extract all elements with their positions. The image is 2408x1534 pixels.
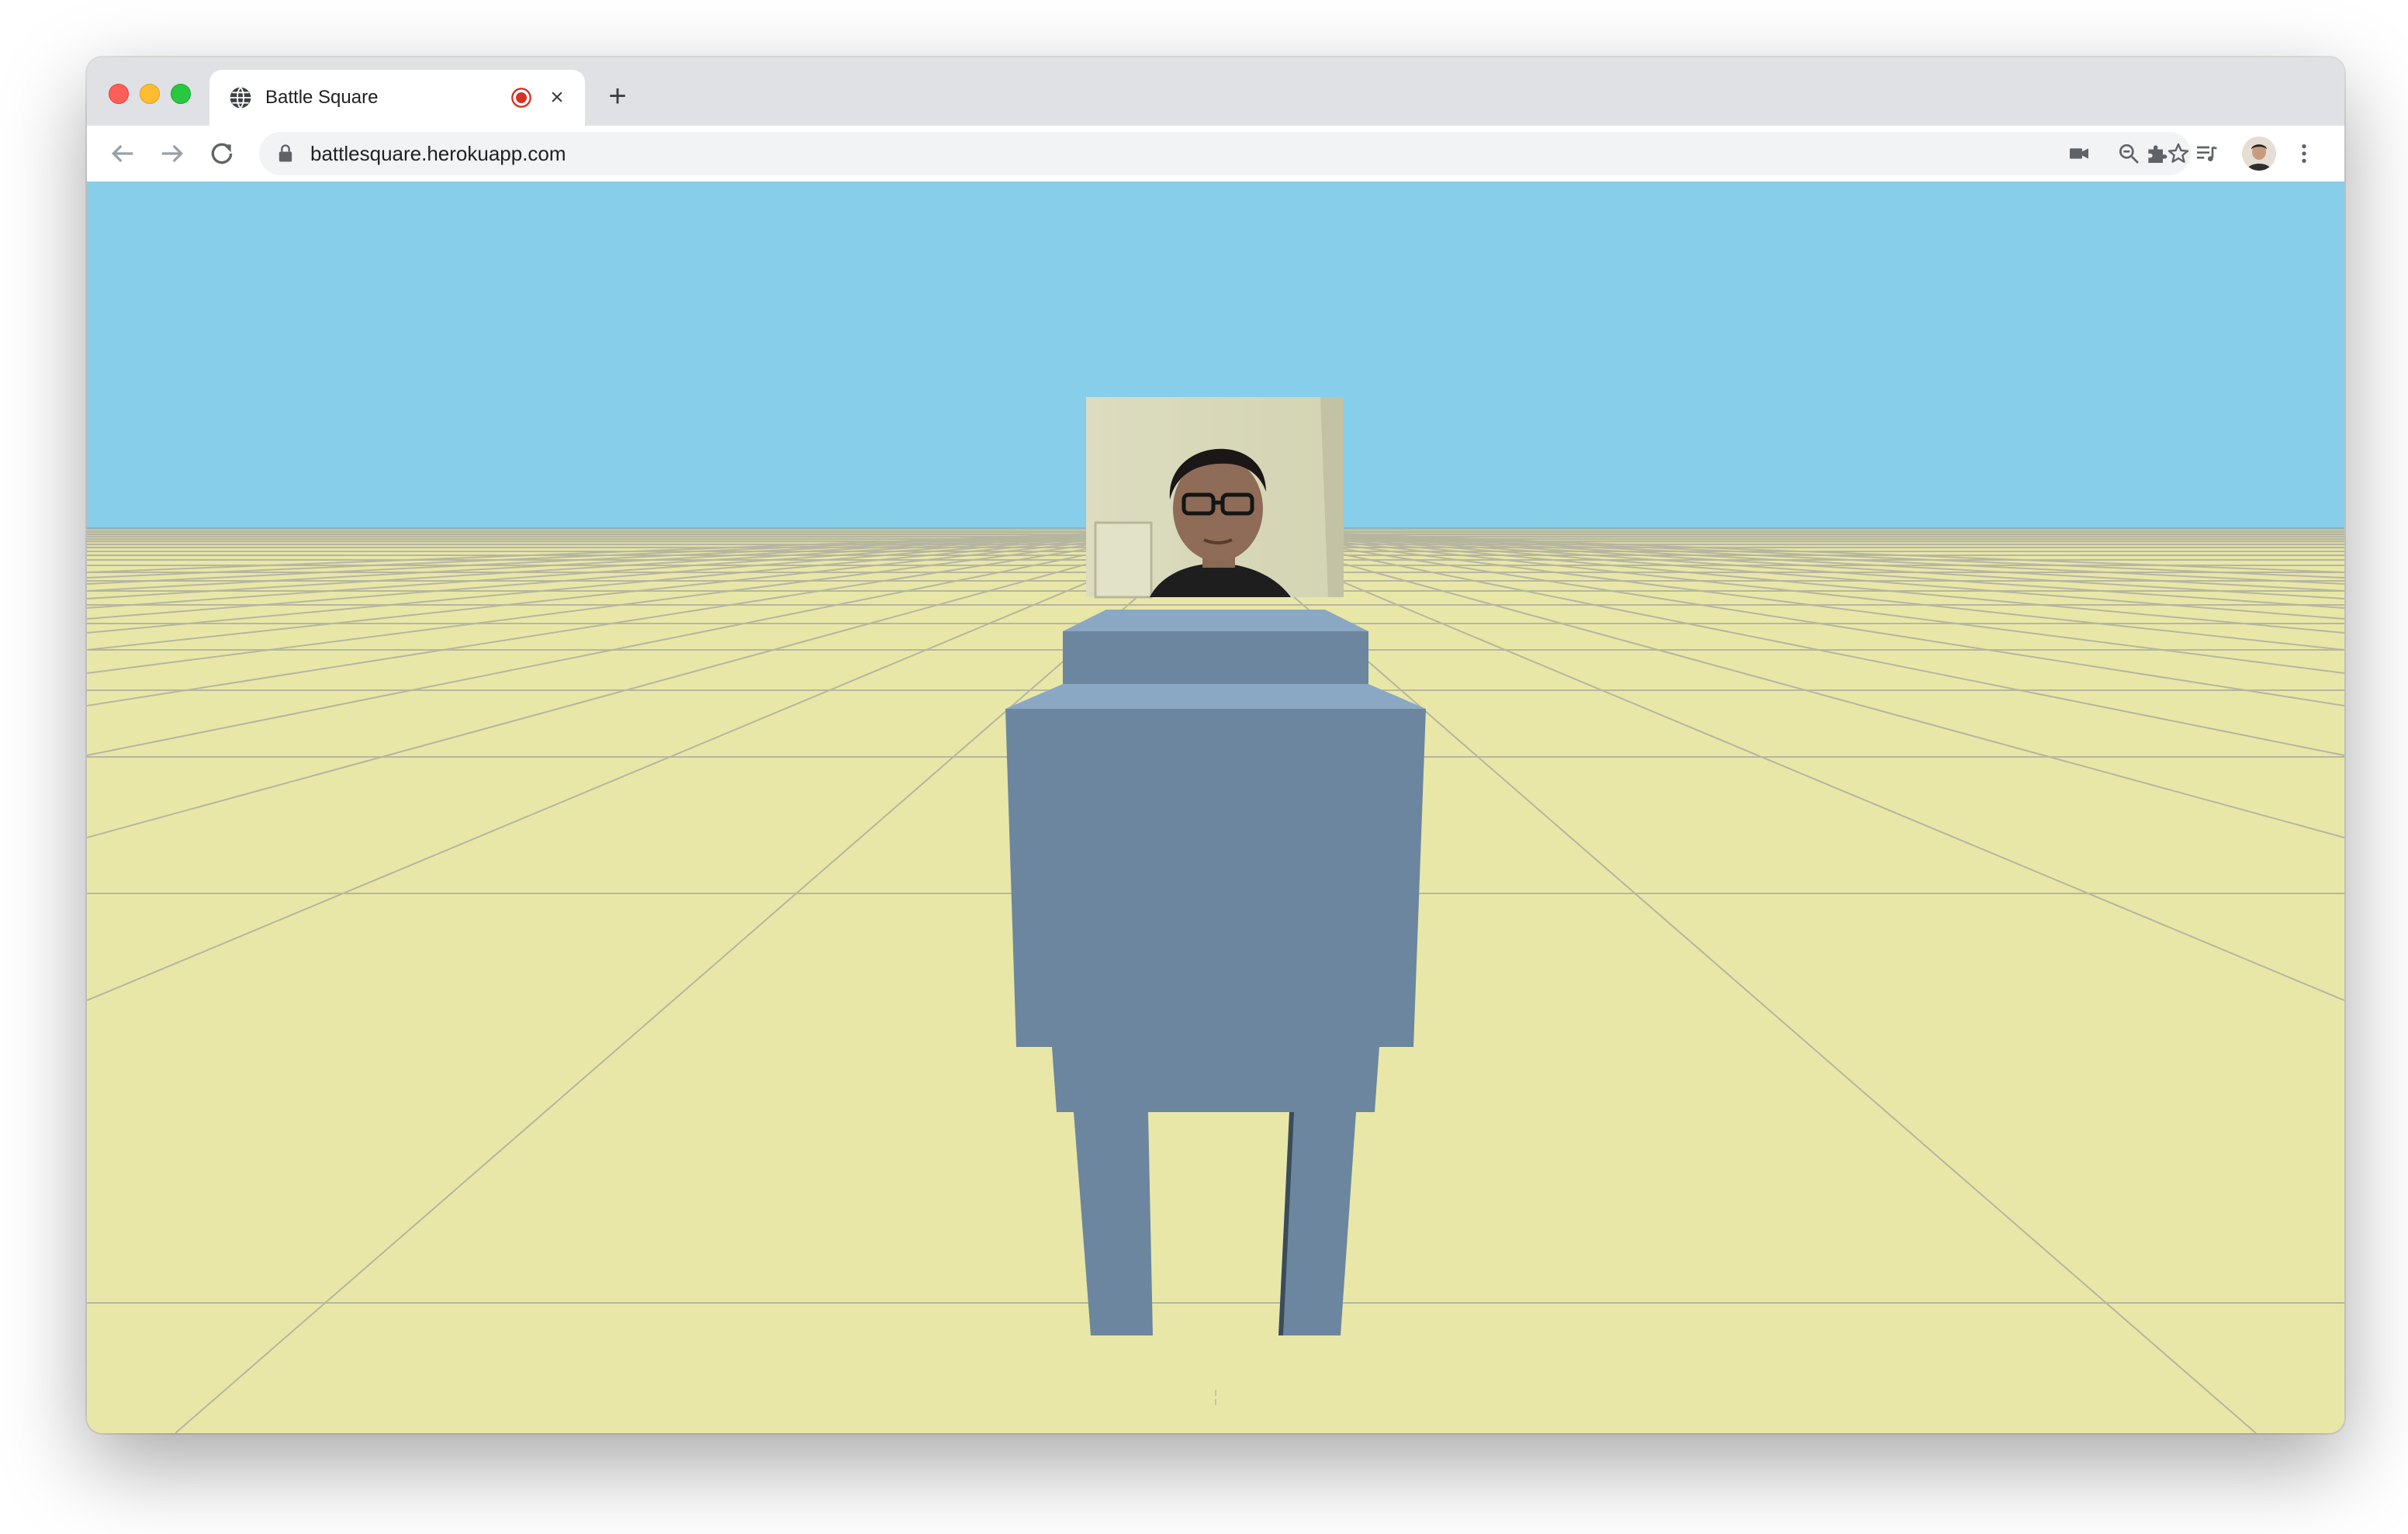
record-icon (511, 88, 531, 108)
scene-svg (87, 181, 2344, 1433)
zoom-out-icon[interactable] (2116, 141, 2141, 166)
star-icon[interactable] (2166, 141, 2191, 166)
maximize-window-button[interactable] (171, 84, 191, 104)
game-canvas[interactable] (87, 181, 2344, 1433)
arrow-right-icon[interactable] (157, 138, 188, 169)
close-window-button[interactable] (109, 84, 129, 104)
avatar-body-top (1005, 684, 1426, 709)
browser-toolbar: battlesquare.herokuapp.com (87, 126, 2344, 182)
browser-window: Battle Square × + battlesquare.herokuapp (87, 57, 2344, 1433)
tab-title: Battle Square (265, 87, 379, 108)
avatar-body (1005, 709, 1426, 1047)
kebab-menu-icon[interactable] (2292, 141, 2316, 166)
avatar-hips (1052, 1047, 1379, 1112)
tab-strip: Battle Square × + (87, 57, 2344, 126)
puzzle-icon[interactable] (2144, 141, 2169, 166)
media-queue-icon[interactable] (2194, 141, 2219, 166)
url-text[interactable]: battlesquare.herokuapp.com (310, 141, 566, 166)
minimize-window-button[interactable] (140, 84, 160, 104)
avatar[interactable] (2242, 136, 2276, 171)
webcam-video-icon (1086, 397, 1344, 599)
tab-close-button[interactable]: × (543, 84, 571, 112)
arrow-left-icon[interactable] (107, 138, 138, 169)
address-bar[interactable]: battlesquare.herokuapp.com (259, 132, 2191, 175)
reload-icon[interactable] (206, 138, 237, 169)
globe-icon (230, 87, 251, 109)
avatar-upper-torso-top (1063, 610, 1368, 631)
lock-icon[interactable] (275, 143, 296, 164)
video-camera-icon[interactable] (2067, 141, 2091, 166)
new-tab-button[interactable]: + (602, 81, 633, 112)
tab-battle-square[interactable]: Battle Square × (209, 70, 585, 126)
profile-photo (2242, 136, 2276, 171)
